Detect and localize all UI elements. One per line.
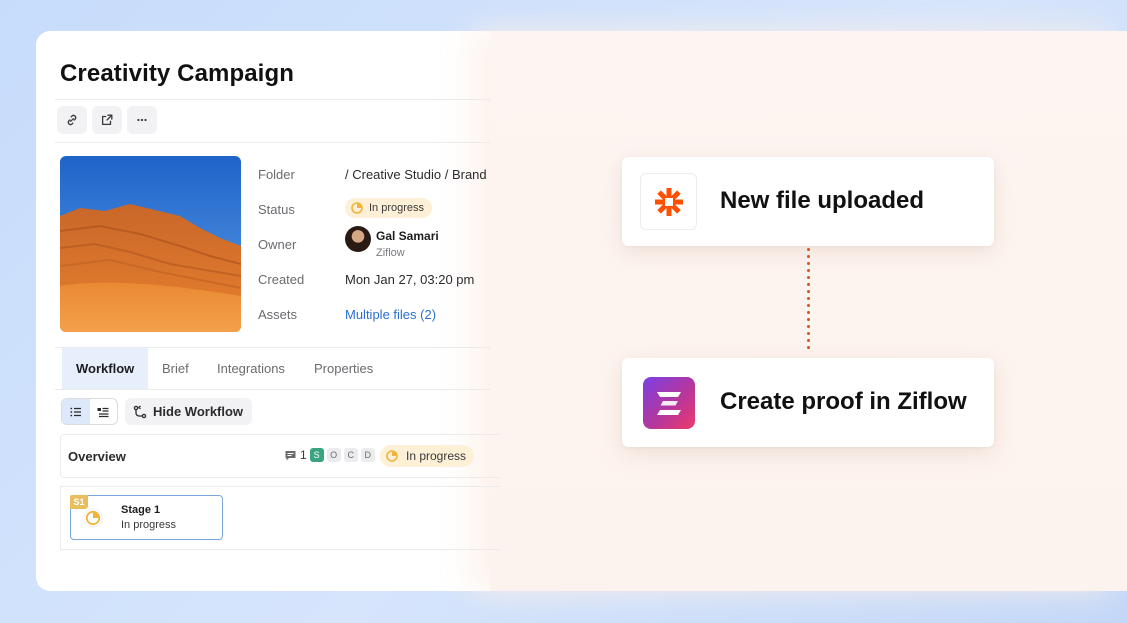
stage-card[interactable] xyxy=(70,495,223,540)
zapier-icon xyxy=(654,187,683,216)
overview-title: Overview xyxy=(68,449,126,464)
decision-letter-o: O xyxy=(326,448,341,462)
compact-list-icon xyxy=(97,407,109,417)
tab-brief[interactable]: Brief xyxy=(162,348,189,389)
more-icon xyxy=(137,118,147,122)
comment-count: 1 xyxy=(300,448,307,462)
divider xyxy=(55,142,490,143)
status-badge[interactable]: In progress xyxy=(345,198,433,218)
trigger-label: New file uploaded xyxy=(720,187,925,214)
page-title: Creativity Campaign xyxy=(60,60,294,87)
tab-workflow[interactable]: Workflow xyxy=(62,348,148,389)
progress-icon xyxy=(386,450,398,462)
hide-workflow-button[interactable]: Hide Workflow xyxy=(125,398,252,425)
owner-name: Gal Samari xyxy=(376,229,439,243)
comment-icon xyxy=(285,450,296,460)
stage-badge: S1 xyxy=(70,495,88,509)
view-toggle[interactable] xyxy=(61,398,118,425)
share-icon xyxy=(101,114,113,126)
decision-letter-d: D xyxy=(360,448,375,462)
folder-label: Folder xyxy=(258,167,295,182)
connector-line xyxy=(807,248,810,356)
hide-workflow-label: Hide Workflow xyxy=(153,404,244,419)
trigger-card[interactable]: New file uploaded xyxy=(622,157,994,246)
progress-icon xyxy=(351,202,363,214)
divider xyxy=(55,389,490,390)
more-options-button[interactable] xyxy=(127,106,157,134)
assets-link[interactable]: Multiple files (2) xyxy=(345,307,436,322)
list-icon xyxy=(70,407,81,416)
stage-name: Stage 1 xyxy=(121,504,161,516)
avatar xyxy=(345,226,371,252)
list-view-button[interactable] xyxy=(62,399,90,424)
owner-label: Owner xyxy=(258,237,297,252)
status-label: Status xyxy=(258,202,295,217)
tab-properties[interactable]: Properties xyxy=(314,348,373,389)
share-button[interactable] xyxy=(92,106,122,134)
folder-path[interactable]: / Creative Studio / Brand xyxy=(345,167,487,182)
tab-integrations[interactable]: Integrations xyxy=(217,348,285,389)
ziflow-logo xyxy=(640,374,697,431)
workflow-icon xyxy=(133,404,147,418)
copy-link-button[interactable] xyxy=(57,106,87,134)
desert-image xyxy=(60,156,241,332)
created-label: Created xyxy=(258,272,305,287)
link-icon xyxy=(67,114,77,126)
assets-label: Assets xyxy=(258,307,298,322)
decision-letter-c: C xyxy=(343,448,358,462)
action-label: Create proof in Ziflow xyxy=(720,388,967,415)
overview-status-text: In progress xyxy=(406,449,467,463)
campaign-thumbnail[interactable] xyxy=(60,156,241,332)
stage-progress-icon xyxy=(83,508,103,528)
compact-view-button[interactable] xyxy=(90,399,118,424)
action-card[interactable]: Create proof in Ziflow xyxy=(622,358,994,447)
overview-indicators: 1 S O C D xyxy=(284,448,375,462)
divider xyxy=(55,99,490,100)
status-text: In progress xyxy=(369,202,425,214)
stage-status: In progress xyxy=(121,519,177,531)
zapier-logo xyxy=(640,173,697,230)
created-date: Mon Jan 27, 03:20 pm xyxy=(345,272,475,287)
owner-org: Ziflow xyxy=(376,247,405,259)
ziflow-icon xyxy=(642,376,695,429)
overview-status-badge: In progress xyxy=(380,445,475,467)
decision-letter-s: S xyxy=(309,448,324,462)
